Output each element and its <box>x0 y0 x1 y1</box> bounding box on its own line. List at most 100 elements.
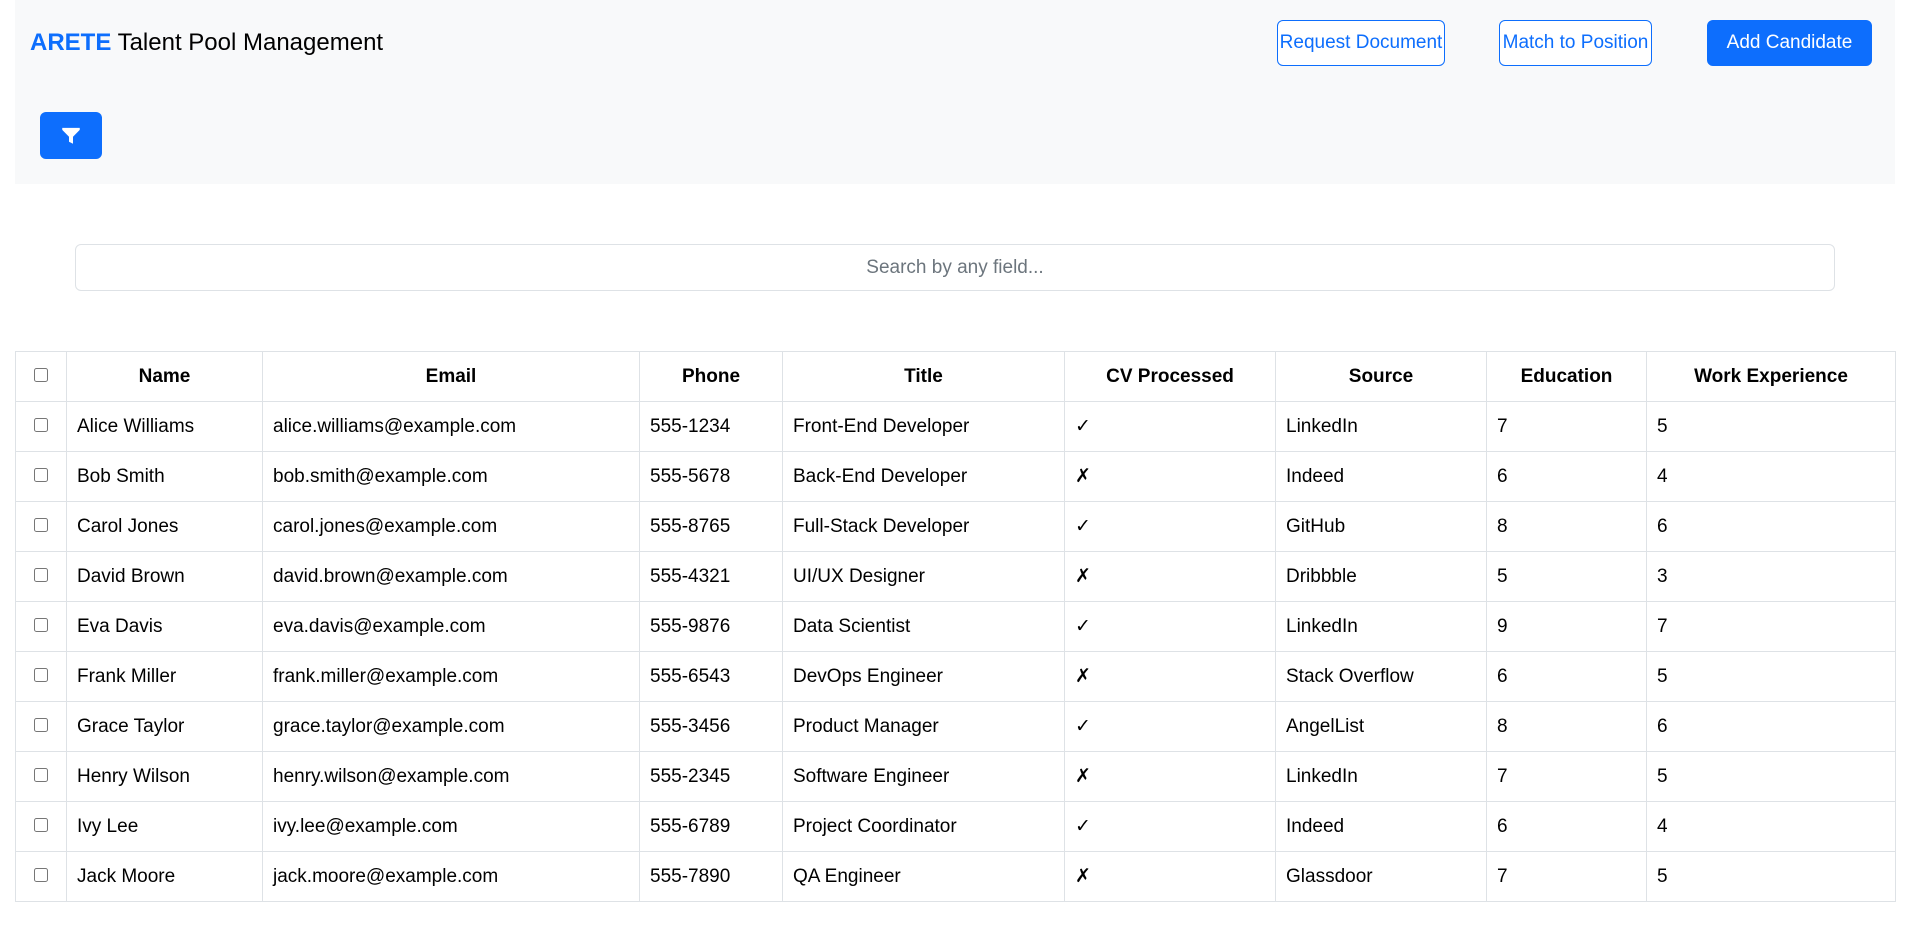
row-select-cell <box>15 751 67 802</box>
cell-source: Stack Overflow <box>1275 651 1487 702</box>
row-select-cell <box>15 551 67 602</box>
cell-cv: ✓ <box>1064 701 1276 752</box>
cell-cv: ✗ <box>1064 851 1276 902</box>
brand-logo-text: ARETE <box>30 29 112 56</box>
cell-source: GitHub <box>1275 501 1487 552</box>
cell-title: UI/UX Designer <box>782 551 1065 602</box>
cell-phone: 555-6543 <box>639 651 783 702</box>
cell-title: Front-End Developer <box>782 401 1065 452</box>
cell-name: Bob Smith <box>66 451 263 502</box>
row-checkbox[interactable] <box>34 567 48 582</box>
filter-button[interactable] <box>40 112 102 159</box>
cell-phone: 555-7890 <box>639 851 783 902</box>
cell-name: Carol Jones <box>66 501 263 552</box>
cell-education: 6 <box>1486 801 1647 852</box>
cell-education: 9 <box>1486 601 1647 652</box>
search-input[interactable] <box>75 244 1835 291</box>
row-select-cell <box>15 401 67 452</box>
cell-email: carol.jones@example.com <box>262 501 640 552</box>
table-row[interactable]: Alice Williams alice.williams@example.com… <box>15 401 1896 452</box>
cell-email: bob.smith@example.com <box>262 451 640 502</box>
cell-experience: 4 <box>1646 451 1896 502</box>
cell-education: 6 <box>1486 651 1647 702</box>
table-header-row: Name Email Phone Title CV Processed Sour… <box>15 351 1896 402</box>
column-header-name[interactable]: Name <box>66 351 263 402</box>
cell-name: Henry Wilson <box>66 751 263 802</box>
cell-cv: ✗ <box>1064 651 1276 702</box>
cell-title: DevOps Engineer <box>782 651 1065 702</box>
row-checkbox[interactable] <box>34 767 48 782</box>
cell-title: Project Coordinator <box>782 801 1065 852</box>
cell-phone: 555-3456 <box>639 701 783 752</box>
column-header-title[interactable]: Title <box>782 351 1065 402</box>
table-row[interactable]: Grace Taylor grace.taylor@example.com 555-… <box>15 701 1896 752</box>
cell-name: Alice Williams <box>66 401 263 452</box>
row-checkbox[interactable] <box>34 517 48 532</box>
cell-email: alice.williams@example.com <box>262 401 640 452</box>
row-checkbox[interactable] <box>34 817 48 832</box>
cell-cv: ✗ <box>1064 751 1276 802</box>
cell-experience: 5 <box>1646 851 1896 902</box>
cell-source: Glassdoor <box>1275 851 1487 902</box>
column-header-work-experience[interactable]: Work Experience <box>1646 351 1896 402</box>
filter-icon <box>62 127 80 144</box>
add-candidate-button[interactable]: Add Candidate <box>1707 20 1872 66</box>
column-header-email[interactable]: Email <box>262 351 640 402</box>
column-header-education[interactable]: Education <box>1486 351 1647 402</box>
column-header-phone[interactable]: Phone <box>639 351 783 402</box>
table-row[interactable]: Jack Moore jack.moore@example.com 555-7890… <box>15 851 1896 902</box>
cell-email: eva.davis@example.com <box>262 601 640 652</box>
table-row[interactable]: Eva Davis eva.davis@example.com 555-9876 Da… <box>15 601 1896 652</box>
row-select-cell <box>15 851 67 902</box>
cell-experience: 4 <box>1646 801 1896 852</box>
cell-source: LinkedIn <box>1275 401 1487 452</box>
row-checkbox[interactable] <box>34 617 48 632</box>
column-header-cv-processed[interactable]: CV Processed <box>1064 351 1276 402</box>
cell-title: Back-End Developer <box>782 451 1065 502</box>
request-document-button[interactable]: Request Document <box>1277 20 1445 66</box>
cell-name: Grace Taylor <box>66 701 263 752</box>
cell-title: Data Scientist <box>782 601 1065 652</box>
row-select-cell <box>15 451 67 502</box>
cell-education: 7 <box>1486 851 1647 902</box>
table-row[interactable]: Frank Miller frank.miller@example.com 555-… <box>15 651 1896 702</box>
select-all-checkbox[interactable] <box>34 367 48 382</box>
row-checkbox[interactable] <box>34 867 48 882</box>
table-row[interactable]: Ivy Lee ivy.lee@example.com 555-6789 Projec… <box>15 801 1896 852</box>
table-row[interactable]: Bob Smith bob.smith@example.com 555-5678 Ba… <box>15 451 1896 502</box>
row-checkbox[interactable] <box>34 717 48 732</box>
top-bar: ARETE Talent Pool Management Request Doc… <box>15 0 1895 184</box>
cell-experience: 5 <box>1646 651 1896 702</box>
cell-source: LinkedIn <box>1275 601 1487 652</box>
row-select-cell <box>15 701 67 752</box>
cell-phone: 555-5678 <box>639 451 783 502</box>
select-all-cell <box>15 351 67 402</box>
table-row[interactable]: David Brown david.brown@example.com 555-43… <box>15 551 1896 602</box>
row-checkbox[interactable] <box>34 467 48 482</box>
table-row[interactable]: Carol Jones carol.jones@example.com 555-87… <box>15 501 1896 552</box>
cell-education: 6 <box>1486 451 1647 502</box>
cell-source: LinkedIn <box>1275 751 1487 802</box>
row-checkbox[interactable] <box>34 667 48 682</box>
candidates-table: Name Email Phone Title CV Processed Sour… <box>15 351 1896 902</box>
cell-cv: ✗ <box>1064 551 1276 602</box>
cell-email: jack.moore@example.com <box>262 851 640 902</box>
row-select-cell <box>15 501 67 552</box>
row-checkbox[interactable] <box>34 417 48 432</box>
row-select-cell <box>15 601 67 652</box>
cell-phone: 555-9876 <box>639 601 783 652</box>
table-row[interactable]: Henry Wilson henry.wilson@example.com 555-… <box>15 751 1896 802</box>
cell-email: david.brown@example.com <box>262 551 640 602</box>
cell-email: grace.taylor@example.com <box>262 701 640 752</box>
cell-source: Indeed <box>1275 801 1487 852</box>
cell-education: 5 <box>1486 551 1647 602</box>
cell-experience: 6 <box>1646 701 1896 752</box>
cell-phone: 555-6789 <box>639 801 783 852</box>
row-select-cell <box>15 801 67 852</box>
cell-name: Frank Miller <box>66 651 263 702</box>
match-to-position-button[interactable]: Match to Position <box>1499 20 1652 66</box>
cell-experience: 5 <box>1646 751 1896 802</box>
row-select-cell <box>15 651 67 702</box>
cell-experience: 3 <box>1646 551 1896 602</box>
column-header-source[interactable]: Source <box>1275 351 1487 402</box>
